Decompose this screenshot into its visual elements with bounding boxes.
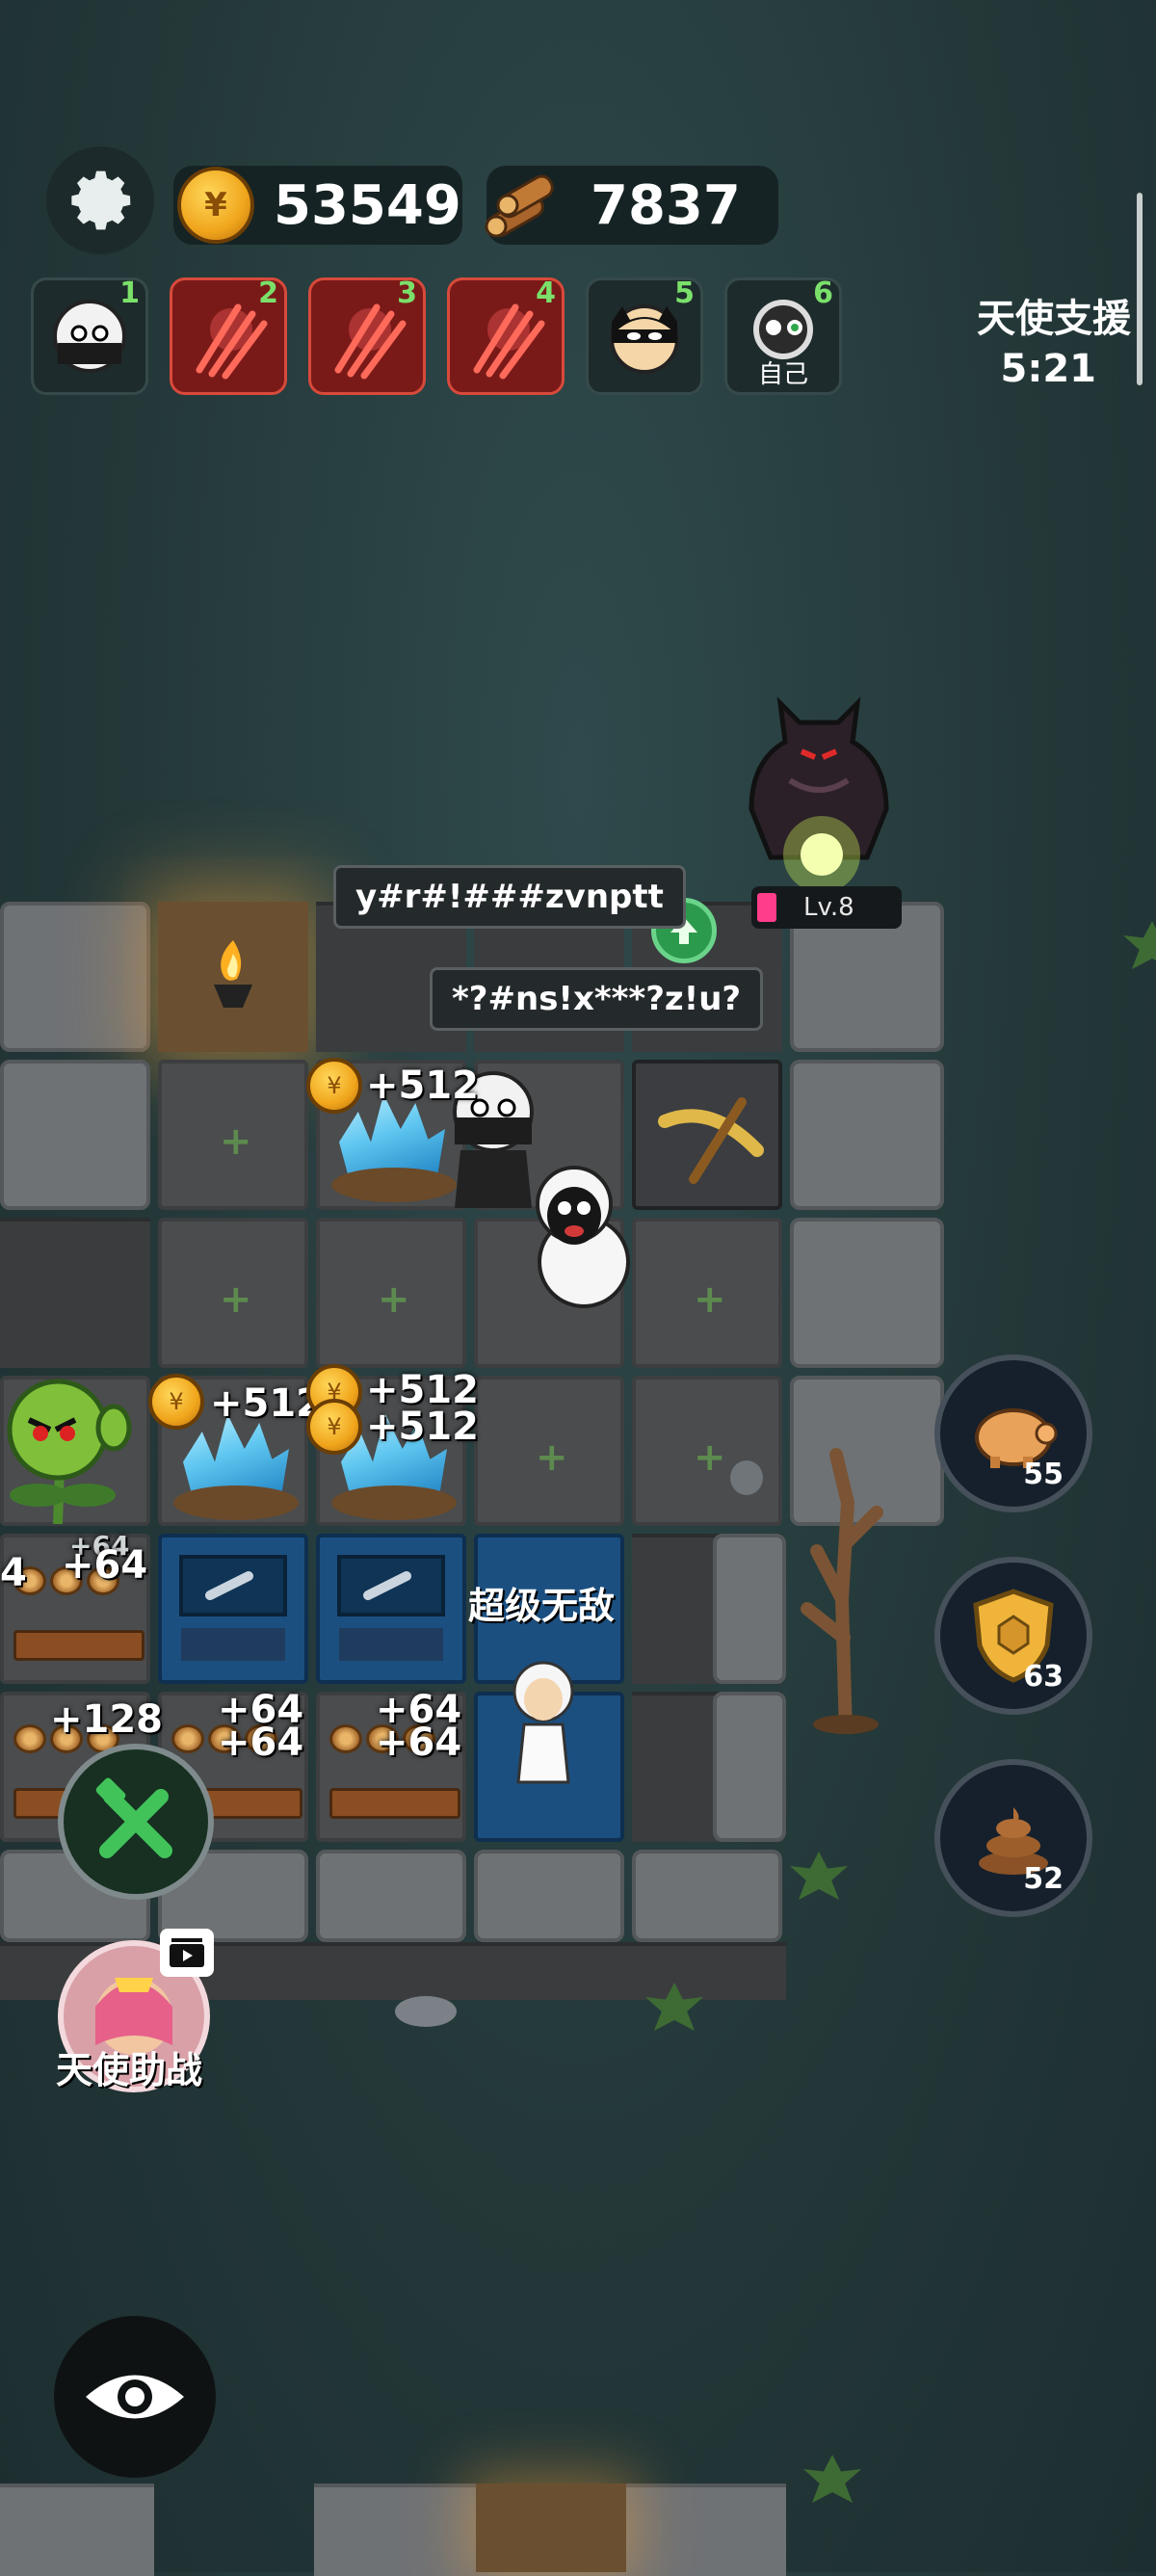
slot-number: 1 [119, 276, 140, 310]
slot-number: 6 [813, 276, 833, 310]
coin-icon: ¥ [148, 1374, 204, 1430]
leaf-decoration [803, 2455, 861, 2503]
wall-tile [713, 1534, 786, 1684]
energy-burst-effect [783, 816, 860, 893]
shield-count: 63 [1023, 1660, 1064, 1694]
empty-floor-tile[interactable]: + [158, 1060, 308, 1210]
player-slot-6-self[interactable]: 6 自己 [724, 276, 842, 395]
slot-number: 3 [397, 276, 417, 310]
wall-tile [0, 902, 150, 1052]
coin-icon: ¥ [306, 1399, 362, 1455]
gear-icon [71, 171, 131, 230]
hammer-wrench-icon [95, 1777, 172, 1858]
sheep-self-avatar-icon [753, 300, 813, 359]
empty-floor-tile[interactable]: + [632, 1218, 782, 1368]
coin-amount: 53549 [274, 173, 461, 237]
shield-button[interactable]: 63 [934, 1557, 1092, 1715]
gain-label: +64 [218, 1721, 304, 1765]
black-sheep-character[interactable] [516, 1156, 642, 1320]
workbench-tile[interactable] [316, 1534, 466, 1684]
rock-decoration [730, 1460, 763, 1495]
build-tools-button[interactable] [58, 1744, 214, 1900]
player-slot-5[interactable]: 5 [586, 276, 703, 395]
slot-number: 2 [258, 276, 278, 310]
pickaxe-upgrade-tile[interactable] [632, 1060, 782, 1210]
coin-counter: ¥ 53549 [173, 166, 462, 245]
angel-support-timer: 5:21 [1000, 347, 1097, 391]
coin-icon: ¥ [177, 167, 254, 244]
angel-support-title: 天使支援 [977, 297, 1131, 341]
player-slot-1[interactable]: 1 [31, 276, 148, 395]
wall-tile [0, 1060, 150, 1210]
wrench-icon [337, 1555, 445, 1661]
dead-tree-decoration [801, 1448, 883, 1734]
wall-tile [316, 1850, 466, 1942]
peashooter-plant-icon [7, 1379, 132, 1524]
wall-tile [713, 1692, 786, 1842]
scroll-indicator [1137, 193, 1143, 385]
empty-floor-tile[interactable]: + [316, 1218, 466, 1368]
wall-tile [632, 1850, 782, 1942]
poop-count: 52 [1023, 1862, 1064, 1896]
enemy-level: Lv.8 [803, 893, 854, 922]
settings-button[interactable] [46, 146, 154, 254]
gain-label-cut: 4 [0, 1551, 27, 1595]
piggy-bank-button[interactable]: 55 [934, 1354, 1092, 1512]
video-ad-icon [160, 1929, 214, 1977]
gain-label: +64 [62, 1543, 148, 1588]
player-name-tag: 超级无敌 [468, 1585, 616, 1627]
empty-floor-tile[interactable]: + [474, 1376, 624, 1526]
torch-wall [476, 2484, 626, 2572]
wall-tile [474, 1850, 624, 1942]
wall-tile [790, 1218, 944, 1368]
pickaxe-icon [658, 1097, 764, 1184]
gain-label: +512 [366, 1064, 480, 1108]
slot-number: 4 [536, 276, 556, 310]
gain-label: +128 [50, 1697, 164, 1742]
wall-tile [0, 1218, 150, 1368]
poop-button[interactable]: 52 [934, 1759, 1092, 1917]
leaf-decoration [1123, 921, 1156, 969]
wood-counter: 7837 [485, 166, 778, 245]
chat-bubble: y#r#!###zvnptt [333, 865, 686, 929]
workbench-tile[interactable] [158, 1534, 308, 1684]
wood-amount: 7837 [591, 173, 741, 237]
slot-self-label: 自己 [757, 360, 808, 389]
piggy-count: 55 [1023, 1458, 1064, 1491]
gain-label: +512 [366, 1405, 480, 1449]
player-slot-2[interactable]: 2 [170, 276, 287, 395]
coin-icon: ¥ [306, 1058, 362, 1114]
wrench-icon [179, 1555, 287, 1661]
torch-icon [214, 940, 252, 1008]
angel-help-label: 天使助战 [56, 2049, 203, 2091]
empty-floor-tile[interactable]: + [158, 1218, 308, 1368]
enemy-level-badge: Lv.8 [751, 886, 902, 929]
torch-wall [158, 902, 308, 1052]
player-slot-3[interactable]: 3 [308, 276, 426, 395]
empty-floor-tile[interactable]: + [632, 1376, 782, 1526]
eye-icon [86, 2375, 184, 2419]
wood-icon [485, 174, 554, 238]
gain-label: +64 [376, 1721, 462, 1765]
player-slot-4[interactable]: 4 [447, 276, 565, 395]
white-sheep-self-character[interactable] [491, 1657, 597, 1792]
view-toggle-button[interactable] [54, 2316, 216, 2478]
wall-tile [790, 1060, 944, 1210]
wall-tile [0, 2484, 154, 2576]
rock-decoration [395, 1996, 457, 2027]
slot-number: 5 [674, 276, 695, 310]
chat-bubble: *?#ns!x***?z!u? [430, 967, 764, 1031]
